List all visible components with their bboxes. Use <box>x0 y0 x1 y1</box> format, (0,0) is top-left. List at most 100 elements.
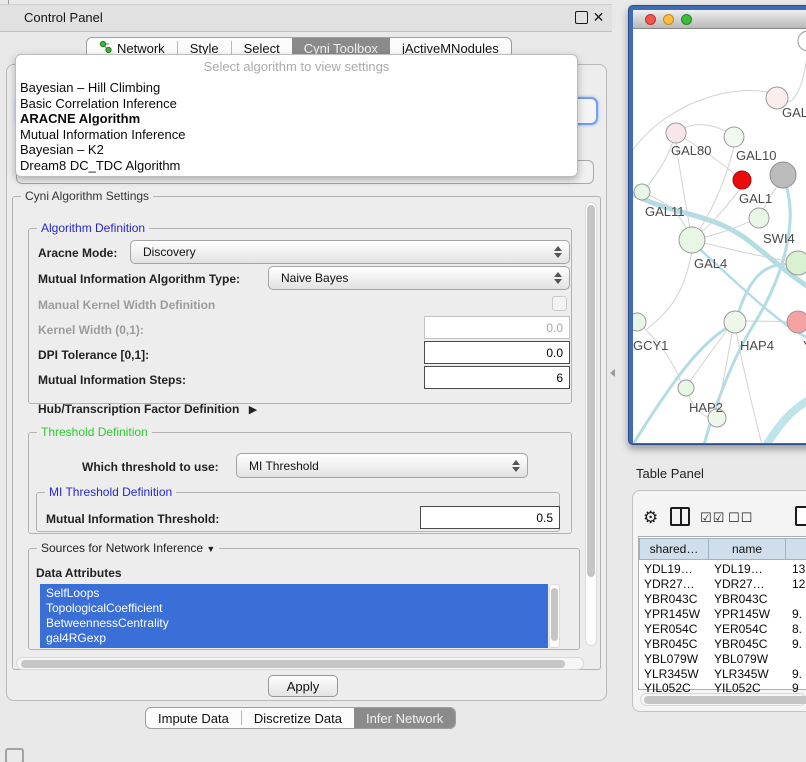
mi-steps-field[interactable]: 6 <box>424 366 570 389</box>
settings-scrollbar[interactable] <box>585 202 597 646</box>
splitter-arrow-icon[interactable] <box>610 369 615 377</box>
table-cell[interactable]: YDR27… <box>714 577 765 591</box>
table-row[interactable]: YER054C <box>644 622 697 636</box>
attribute-item[interactable]: gal4RGexp <box>46 631 106 645</box>
table-cell[interactable]: YPR145W <box>714 607 770 621</box>
table-row[interactable]: YPR145W <box>644 607 700 621</box>
deselect-all-columns-icon[interactable]: ☐☐ <box>728 510 753 526</box>
aracne-mode-combo[interactable]: Discovery <box>130 240 570 264</box>
node-gcy1[interactable] <box>633 313 646 331</box>
table-cell[interactable]: YDL19… <box>714 562 763 576</box>
mi-algorithm-type-label: Mutual Information Algorithm Type: <box>38 272 240 286</box>
table-row[interactable]: YLR345W <box>644 667 699 681</box>
table-cell[interactable]: YBR043C <box>714 592 767 606</box>
attribute-item[interactable]: SelfLoops <box>46 586 99 600</box>
select-all-columns-icon[interactable]: ☑☑ <box>700 510 725 526</box>
minimize-window-icon[interactable] <box>663 14 674 25</box>
sources-group-title[interactable]: Sources for Network Inference ▼ <box>37 541 219 555</box>
table-hscrollbar[interactable] <box>640 693 806 706</box>
table-row[interactable]: YBR043C <box>644 592 697 606</box>
algorithm-option-aracne[interactable]: ARACNE Algorithm <box>20 111 140 126</box>
node-salmon[interactable] <box>787 311 806 333</box>
table-row[interactable]: YBR045C <box>644 637 697 651</box>
mi-algorithm-type-combo[interactable]: Naive Bayes <box>268 266 570 290</box>
settings-hscrollbar-thumb[interactable] <box>21 660 565 668</box>
table-cell[interactable]: 8. <box>792 622 802 636</box>
mi-threshold-field[interactable]: 0.5 <box>420 506 560 529</box>
node-gal10[interactable] <box>724 127 744 147</box>
hub-definition-toggle[interactable]: Hub/Transcription Factor Definition ▶ <box>38 402 257 416</box>
node-label: GCY1 <box>633 338 668 353</box>
split-pane-divider <box>680 509 682 524</box>
node-red[interactable] <box>733 171 751 189</box>
node-hap4[interactable] <box>724 311 746 333</box>
network-canvas[interactable]: GAL GAL80 GAL10 GAL1 GAL11 SWI4 GAL4 GCY… <box>633 29 806 443</box>
apply-button[interactable]: Apply <box>268 675 338 697</box>
table-row[interactable]: YBL079W <box>644 652 698 666</box>
table-cell[interactable]: 9. <box>792 667 802 681</box>
collapse-down-icon: ▼ <box>206 544 215 554</box>
node-gal11[interactable] <box>634 184 650 200</box>
stepper-icon <box>554 246 562 258</box>
table-cell[interactable]: 9. <box>792 637 802 651</box>
node-label: GAL11 <box>645 204 685 219</box>
mi-threshold-group-title: MI Threshold Definition <box>45 485 176 499</box>
node-gal1[interactable] <box>749 208 769 228</box>
tab-discretize-data[interactable]: Discretize Data <box>242 708 354 728</box>
node-gal80[interactable] <box>666 123 686 143</box>
node-swi4[interactable] <box>786 251 806 275</box>
node-gal4[interactable] <box>679 227 705 253</box>
node-gray[interactable] <box>770 162 796 188</box>
attributes-scrollbar-thumb[interactable] <box>551 588 558 641</box>
column-header-name[interactable]: name <box>708 538 786 560</box>
data-attributes-label: Data Attributes <box>36 566 122 580</box>
algorithm-option[interactable]: Bayesian – Hill Climbing <box>20 80 160 95</box>
table-cell[interactable]: 13 <box>792 562 805 576</box>
manual-kernel-width-checkbox[interactable] <box>552 296 567 311</box>
which-threshold-combo[interactable]: MI Threshold <box>236 453 528 478</box>
new-table-icon[interactable] <box>795 506 806 526</box>
node-label: HAP4 <box>740 338 774 353</box>
algorithm-option[interactable]: Bayesian – K2 <box>20 142 104 157</box>
table-cell[interactable]: YBL079W <box>714 652 768 666</box>
dpi-tolerance-field[interactable]: 0.0 <box>424 341 570 364</box>
algorithm-option[interactable]: Dream8 DC_TDC Algorithm <box>20 158 180 173</box>
node-label: GAL <box>782 105 806 120</box>
table-cell[interactable]: YER054C <box>714 622 767 636</box>
split-pane-icon[interactable] <box>670 507 690 526</box>
table-cell[interactable]: 12 <box>792 577 805 591</box>
node-hap2[interactable] <box>678 380 694 396</box>
dock-panel-icon[interactable] <box>5 748 24 762</box>
settings-scrollbar-thumb[interactable] <box>587 205 595 577</box>
algorithm-option[interactable]: Basic Correlation Inference <box>20 96 177 111</box>
dpi-tolerance-label: DPI Tolerance [0,1]: <box>38 348 149 362</box>
attribute-item[interactable]: BetweennessCentrality <box>46 616 169 630</box>
table-row[interactable]: YDR27… <box>644 577 695 591</box>
settings-hscrollbar[interactable] <box>16 657 584 670</box>
node-label: GAL4 <box>694 256 727 271</box>
float-panel-button[interactable] <box>575 11 588 24</box>
algorithm-dropdown-popup: Select algorithm to view settings Bayesi… <box>15 54 578 177</box>
stepper-icon <box>512 460 520 472</box>
table-cell[interactable]: YBR045C <box>714 637 767 651</box>
gear-icon[interactable]: ⚙ <box>643 508 658 528</box>
table-cell[interactable]: 9. <box>792 607 802 621</box>
column-header-shared-name[interactable]: shared… <box>639 538 709 560</box>
network-window-titlebar[interactable] <box>633 10 806 29</box>
zoom-window-icon[interactable] <box>681 14 692 25</box>
attribute-item[interactable]: TopologicalCoefficient <box>46 601 163 615</box>
algorithm-option[interactable]: Mutual Information Inference <box>20 127 185 142</box>
column-header-cut[interactable]: A <box>785 538 806 560</box>
tab-impute-data[interactable]: Impute Data <box>146 708 241 728</box>
table-hscrollbar-thumb[interactable] <box>644 696 806 704</box>
data-attributes-list[interactable]: SelfLoops TopologicalCoefficient Between… <box>40 584 548 648</box>
table-cell[interactable]: YLR345W <box>714 667 769 681</box>
attributes-scrollbar[interactable] <box>549 584 560 648</box>
kernel-width-field[interactable]: 0.0 <box>424 316 570 339</box>
tab-infer-network[interactable]: Infer Network <box>354 708 455 728</box>
kernel-width-label: Kernel Width (0,1): <box>38 323 144 337</box>
node-cut-top[interactable] <box>798 31 806 51</box>
close-panel-button[interactable]: ✕ <box>592 11 605 24</box>
table-row[interactable]: YDL19… <box>644 562 693 576</box>
close-window-icon[interactable] <box>645 14 656 25</box>
